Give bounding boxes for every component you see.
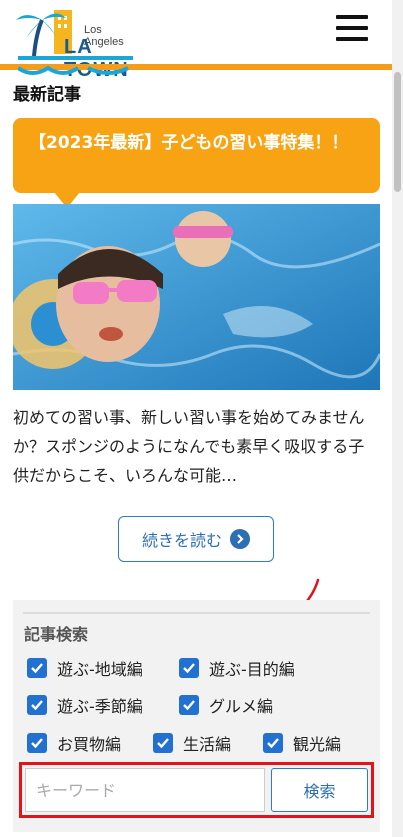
scrollbar[interactable]: [392, 0, 403, 837]
category-label: 生活編: [183, 735, 232, 754]
wave-decoration-icon: [18, 65, 129, 75]
read-more-label: 続きを読む: [141, 531, 222, 550]
category-label: グルメ編: [209, 697, 274, 716]
search-title: 記事検索: [24, 625, 89, 644]
category-label: お買物編: [57, 735, 122, 754]
category-checkbox[interactable]: お買物編: [27, 731, 121, 755]
read-more-button[interactable]: 続きを読む: [118, 516, 274, 562]
category-label: 遊ぶ-季節編: [57, 697, 143, 716]
category-checkbox[interactable]: グルメ編: [179, 693, 273, 717]
checkbox-checked-icon[interactable]: [179, 658, 199, 678]
checkbox-checked-icon[interactable]: [27, 658, 47, 678]
category-label: 観光編: [293, 735, 342, 754]
article-excerpt: 初めての習い事、新しい習い事を始めてみませんか？スポンジのようになんでも素早く吸…: [13, 408, 365, 485]
keyword-search-input[interactable]: [25, 768, 265, 812]
search-button[interactable]: 検索: [271, 768, 368, 812]
divider: [23, 612, 370, 614]
checkbox-checked-icon[interactable]: [179, 695, 199, 715]
category-label: 遊ぶ-目的編: [209, 660, 295, 679]
category-label: 遊ぶ-地域編: [57, 660, 143, 679]
category-checkbox[interactable]: 遊ぶ-地域編: [27, 656, 143, 680]
category-checkbox[interactable]: 観光編: [263, 731, 341, 755]
checkbox-checked-icon[interactable]: [27, 695, 47, 715]
category-checkbox[interactable]: 遊ぶ-目的編: [179, 656, 295, 680]
checkbox-checked-icon[interactable]: [263, 733, 283, 753]
site-logo[interactable]: Los Angeles LA TOWN: [12, 4, 137, 81]
article-title[interactable]: 【2023年最新】子どもの習い事特集！！: [13, 118, 380, 193]
section-title: 最新記事: [13, 85, 81, 105]
chevron-right-icon: [230, 529, 250, 549]
checkbox-checked-icon[interactable]: [153, 733, 173, 753]
menu-icon[interactable]: [336, 15, 368, 43]
category-checkbox[interactable]: 遊ぶ-季節編: [27, 693, 143, 717]
category-checkbox[interactable]: 生活編: [153, 731, 231, 755]
article-image[interactable]: [13, 204, 380, 390]
scrollbar-thumb[interactable]: [394, 72, 401, 192]
site-header: Los Angeles LA TOWN: [0, 0, 403, 81]
checkbox-checked-icon[interactable]: [27, 733, 47, 753]
